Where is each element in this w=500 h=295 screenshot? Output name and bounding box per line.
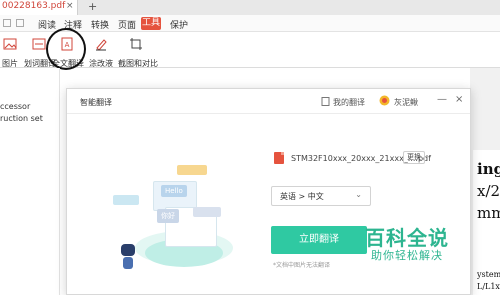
correction-pen-label: 涂改液 xyxy=(89,59,113,68)
word-translate-icon xyxy=(32,38,46,50)
doc-line: x/21 xyxy=(477,182,500,200)
new-tab-icon[interactable]: + xyxy=(88,0,97,13)
image-icon xyxy=(3,38,17,50)
doc-line: L/L1x xyxy=(477,282,500,291)
bubble-yellow xyxy=(177,165,207,175)
screenshot-compare-button[interactable]: 截图和对比 xyxy=(118,36,158,68)
my-translations-link[interactable]: 我的翻译 xyxy=(333,97,365,108)
menu-read[interactable]: 阅读 xyxy=(38,18,56,31)
translate-dialog: 智能翻译 我的翻译 灰泥鳅 — × Hello 你好 STM32F10xxx_2… xyxy=(66,88,471,295)
language-select[interactable]: 英语 > 中文 ⌄ xyxy=(271,186,371,206)
doc-line: ing xyxy=(477,160,500,178)
doc-line: mmi xyxy=(477,204,500,222)
robot-icon xyxy=(121,244,135,256)
title-bar: 00228163.pdf × + xyxy=(0,0,500,15)
correction-pen-button[interactable]: 涂改液 xyxy=(88,36,114,68)
hello-bubble: Hello xyxy=(161,185,187,197)
tab-title: 00228163.pdf xyxy=(2,1,66,11)
screenshot-label: 截图和对比 xyxy=(118,59,158,68)
doc-line: ystem- xyxy=(477,270,500,279)
menu-page[interactable]: 页面 xyxy=(118,18,136,31)
robot-body xyxy=(123,257,133,269)
print-icon[interactable] xyxy=(16,19,24,27)
dialog-divider xyxy=(67,113,470,114)
tab-close-icon[interactable]: × xyxy=(66,1,74,11)
nihao-bubble: 你好 xyxy=(157,209,179,223)
menu-convert[interactable]: 转换 xyxy=(91,18,109,31)
document-page: ing x/21 mmi ystem- L/L1x xyxy=(473,150,500,295)
document-tab[interactable]: 00228163.pdf × xyxy=(0,0,78,15)
outline-item[interactable]: ccessor xyxy=(0,102,30,111)
chevron-down-icon: ⌄ xyxy=(355,190,362,199)
menu-tools[interactable]: 工具 xyxy=(141,17,161,30)
outline-panel: ccessor ruction set xyxy=(0,68,60,295)
highlight-circle xyxy=(46,28,86,70)
change-file-button[interactable]: 更换 xyxy=(403,151,425,164)
dialog-title: 智能翻译 xyxy=(80,98,112,107)
translation-illustration: Hello 你好 xyxy=(107,149,257,279)
user-name[interactable]: 灰泥鳅 xyxy=(394,97,418,108)
document-icon xyxy=(321,97,330,106)
minimize-icon[interactable]: — xyxy=(437,94,447,105)
correction-pen-icon xyxy=(96,39,107,51)
save-icon[interactable] xyxy=(3,19,11,27)
bubble-left xyxy=(113,195,139,205)
translate-now-button[interactable]: 立即翻译 xyxy=(271,226,367,254)
close-icon[interactable]: × xyxy=(455,94,463,105)
outline-item[interactable]: ruction set xyxy=(0,114,43,123)
image-button[interactable]: 图片 xyxy=(0,36,20,68)
bubble-right xyxy=(193,207,221,217)
pdf-file-icon xyxy=(274,152,284,164)
menu-protect[interactable]: 保护 xyxy=(170,18,188,31)
screenshot-icon xyxy=(130,38,142,50)
watermark-subtitle: 助你轻松解决 xyxy=(371,249,443,262)
avatar xyxy=(379,95,390,106)
language-value: 英语 > 中文 xyxy=(280,192,324,201)
image-note: *文档中图片无法翻译 xyxy=(273,262,331,269)
